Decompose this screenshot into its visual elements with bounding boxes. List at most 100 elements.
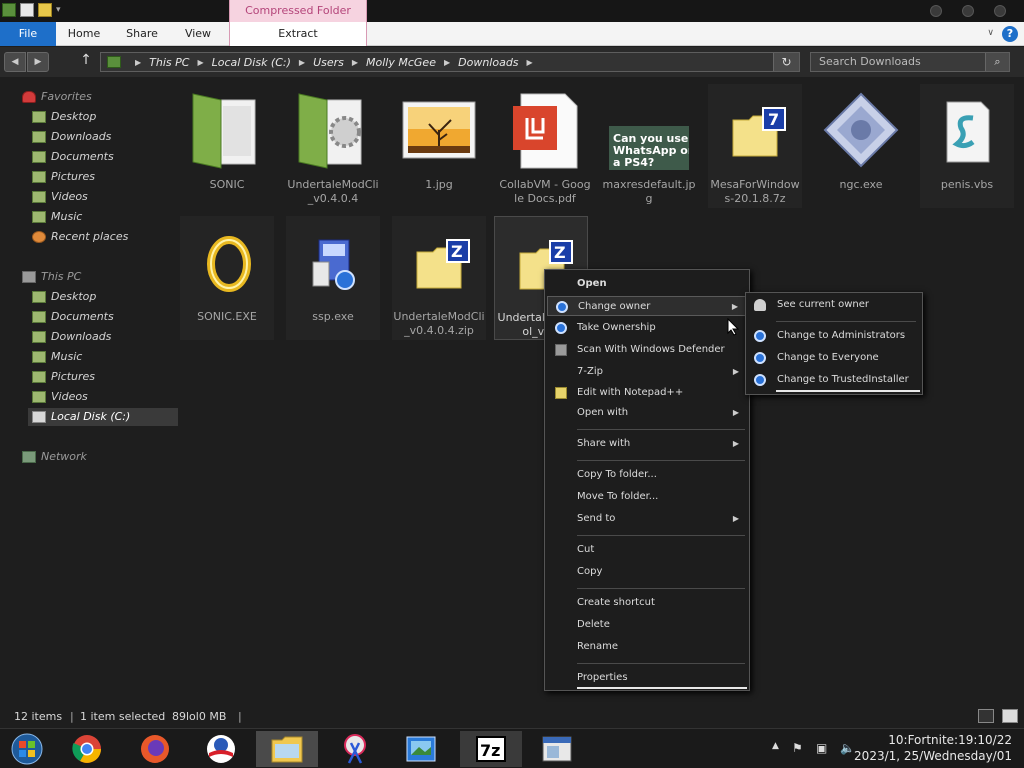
taskbar-obama-app[interactable] (190, 731, 252, 767)
menu-item-scan-defender[interactable]: Scan With Windows Defender (547, 340, 747, 360)
chevron-right-icon[interactable]: ▶ (299, 58, 305, 67)
sidebar-item-documents[interactable]: Documents (32, 148, 114, 166)
submenu-item-see-owner[interactable]: See current owner (748, 295, 920, 315)
volume-icon[interactable]: 🔈 (840, 741, 855, 755)
menu-item-copy[interactable]: Copy (547, 562, 747, 582)
properties-icon[interactable] (20, 3, 34, 17)
file-item[interactable]: ngc.exe (814, 84, 908, 208)
back-button[interactable]: ◀ (4, 52, 26, 72)
expand-ribbon-icon[interactable]: ∨ (987, 28, 994, 38)
file-item[interactable]: CollabVM - Google Docs.pdf (498, 84, 592, 208)
menu-item-7zip[interactable]: 7-Zip ▶ (547, 362, 747, 382)
breadcrumb-local-disk[interactable]: Local Disk (C:) (212, 56, 291, 69)
address-bar[interactable]: ▶ This PC ▶ Local Disk (C:) ▶ Users ▶ Mo… (100, 52, 800, 72)
minimize-button[interactable] (930, 5, 942, 17)
chevron-right-icon[interactable]: ▶ (352, 58, 358, 67)
breadcrumb-downloads[interactable]: Downloads (458, 56, 518, 69)
menu-item-move-to[interactable]: Move To folder... (547, 487, 747, 507)
sidebar-item-pc-videos[interactable]: Videos (32, 388, 88, 406)
file-item[interactable]: 7 MesaForWindows-20.1.8.7z (708, 84, 802, 208)
file-item[interactable]: SONIC (180, 84, 274, 208)
tab-view[interactable]: View (176, 22, 220, 46)
taskbar-file-explorer[interactable] (256, 731, 318, 767)
help-icon[interactable]: ? (1002, 26, 1018, 42)
sidebar-item-pc-documents[interactable]: Documents (32, 308, 114, 326)
menu-item-change-owner[interactable]: Change owner ▶ (547, 296, 747, 316)
breadcrumb-users[interactable]: Users (313, 56, 344, 69)
sidebar-item-pictures[interactable]: Pictures (32, 168, 95, 186)
sidebar-item-music[interactable]: Music (32, 208, 82, 226)
tab-file[interactable]: File (0, 22, 56, 46)
sidebar-item-pc-downloads[interactable]: Downloads (32, 328, 111, 346)
taskbar-window[interactable] (526, 731, 588, 767)
taskbar-firefox[interactable] (124, 731, 186, 767)
sidebar-item-pc-desktop[interactable]: Desktop (32, 288, 96, 306)
file-item[interactable]: ssp.exe (286, 216, 380, 340)
close-button[interactable] (994, 5, 1006, 17)
taskbar-7zip[interactable]: 7z (460, 731, 522, 767)
submenu-item-trustedinstaller[interactable]: Change to TrustedInstaller (748, 370, 920, 390)
sidebar-item-pc-pictures[interactable]: Pictures (32, 368, 95, 386)
flag-icon[interactable]: ⚑ (792, 741, 803, 755)
menu-item-open-with[interactable]: Open with ▶ (547, 403, 747, 423)
folder-icon (32, 131, 46, 143)
menu-item-properties[interactable]: Properties (547, 668, 747, 688)
sidebar-item-desktop[interactable]: Desktop (32, 108, 96, 126)
script-icon (946, 101, 990, 163)
up-arrow-icon[interactable]: ↑ (78, 52, 94, 68)
menu-item-rename[interactable]: Rename (547, 637, 747, 657)
submenu-item-administrators[interactable]: Change to Administrators (748, 326, 920, 346)
chevron-right-icon[interactable]: ▶ (135, 58, 141, 67)
menu-item-open[interactable]: Open (547, 274, 747, 294)
sidebar-item-recent-places[interactable]: Recent places (32, 228, 128, 246)
menu-item-notepad[interactable]: Edit with Notepad++ (547, 383, 747, 403)
menu-item-create-shortcut[interactable]: Create shortcut (547, 593, 747, 613)
maximize-button[interactable] (962, 5, 974, 17)
file-item[interactable]: penis.vbs (920, 84, 1014, 208)
show-hidden-icons[interactable]: ▲ (772, 741, 779, 751)
taskbar-snipping-tool[interactable] (324, 731, 386, 767)
tab-home[interactable]: Home (60, 22, 108, 46)
menu-item-take-ownership[interactable]: Take Ownership (547, 318, 747, 338)
menu-item-delete[interactable]: Delete (547, 615, 747, 635)
sidebar-item-local-disk[interactable]: Local Disk (C:) (28, 408, 178, 426)
refresh-button[interactable]: ↻ (773, 53, 799, 71)
details-view-icon[interactable] (978, 709, 994, 723)
file-item[interactable]: UndertaleModCli_v0.4.0.4 (286, 84, 380, 208)
submenu-item-everyone[interactable]: Change to Everyone (748, 348, 920, 368)
sidebar-network[interactable]: Network (22, 448, 87, 466)
menu-item-share-with[interactable]: Share with ▶ (547, 434, 747, 454)
new-folder-icon[interactable] (38, 3, 52, 17)
notepad-icon (555, 387, 567, 399)
sidebar-item-pc-music[interactable]: Music (32, 348, 82, 366)
search-icon[interactable]: ⌕ (985, 53, 1009, 71)
breadcrumb-this-pc[interactable]: This PC (149, 56, 189, 69)
taskbar-chrome[interactable] (56, 731, 118, 767)
taskbar-photo-viewer[interactable] (390, 731, 452, 767)
menu-item-send-to[interactable]: Send to ▶ (547, 509, 747, 529)
start-button[interactable] (0, 731, 54, 767)
customize-toolbar-icon[interactable]: ▾ (56, 3, 66, 17)
forward-button[interactable]: ▶ (27, 52, 49, 72)
explorer-icon[interactable] (2, 3, 16, 17)
breadcrumb-user[interactable]: Molly McGee (366, 56, 436, 69)
search-input[interactable]: Search Downloads ⌕ (810, 52, 1010, 72)
network-tray-icon[interactable]: ▣ (816, 741, 827, 755)
sidebar-this-pc[interactable]: This PC (22, 268, 81, 286)
file-item[interactable]: Can you use WhatsApp on a PS4? maxresdef… (602, 84, 696, 208)
tab-extract[interactable]: Extract (229, 22, 367, 46)
menu-item-cut[interactable]: Cut (547, 540, 747, 560)
large-icons-view-icon[interactable] (1002, 709, 1018, 723)
chevron-right-icon[interactable]: ▶ (527, 58, 533, 67)
file-item[interactable]: 1.jpg (392, 84, 486, 208)
menu-item-copy-to[interactable]: Copy To folder... (547, 465, 747, 485)
sidebar-item-videos[interactable]: Videos (32, 188, 88, 206)
chevron-right-icon[interactable]: ▶ (444, 58, 450, 67)
file-item[interactable]: Z UndertaleModCli_v0.4.0.4.zip (392, 216, 486, 340)
chevron-right-icon[interactable]: ▶ (197, 58, 203, 67)
tab-share[interactable]: Share (118, 22, 166, 46)
sidebar-favorites[interactable]: Favorites (22, 88, 92, 106)
system-clock[interactable]: 10:Fortnite:19:10/22 2023/1, 25/Wednesda… (854, 732, 1012, 764)
file-item[interactable]: SONIC.EXE (180, 216, 274, 340)
sidebar-item-downloads[interactable]: Downloads (32, 128, 111, 146)
